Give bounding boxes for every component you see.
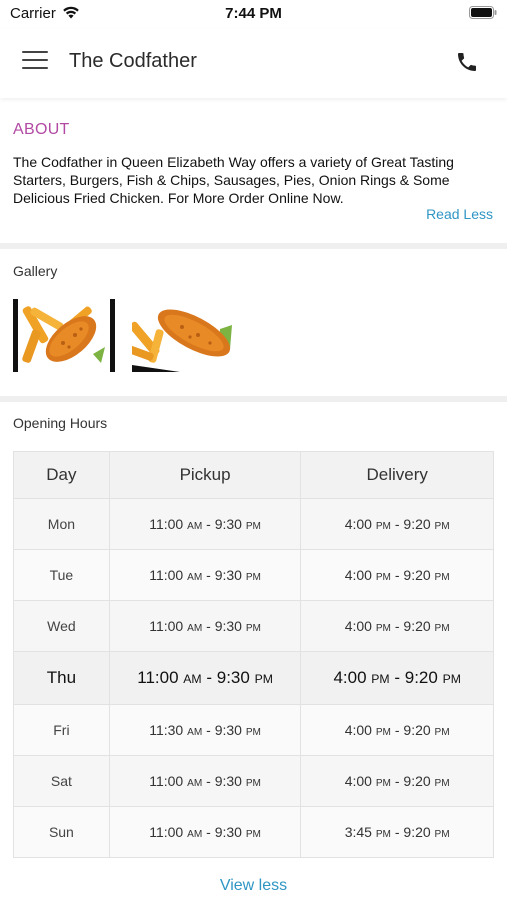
opening-hours-heading: Opening Hours: [13, 415, 108, 431]
column-header-day: Day: [13, 451, 110, 499]
opening-hours-table: Day Pickup Delivery Mon 11:00 AM - 9:30 …: [13, 451, 494, 858]
section-divider: [0, 243, 507, 249]
day-cell: Tue: [13, 549, 110, 601]
table-row: Sat 11:00 AM - 9:30 PM 4:00 PM - 9:20 PM: [13, 755, 494, 807]
table-row: Tue 11:00 AM - 9:30 PM 4:00 PM - 9:20 PM: [13, 549, 494, 601]
table-row-today: Thu 11:00 AM - 9:30 PM 4:00 PM - 9:20 PM: [13, 651, 494, 705]
table-header-row: Day Pickup Delivery: [13, 451, 494, 499]
view-less-link[interactable]: View less: [0, 877, 507, 895]
day-cell: Sun: [13, 806, 110, 858]
gallery-image-fish-and-chips[interactable]: [13, 299, 115, 372]
pickup-cell: 11:00 AM - 9:30 PM: [108, 651, 302, 705]
page-title: The Codfather: [69, 50, 197, 72]
section-divider: [0, 396, 507, 402]
delivery-cell: 4:00 PM - 9:20 PM: [300, 600, 494, 652]
pickup-cell: 11:00 AM - 9:30 PM: [108, 498, 302, 550]
gallery-heading: Gallery: [13, 263, 58, 279]
day-cell: Mon: [13, 498, 110, 550]
gallery-image-fish-and-chips[interactable]: [132, 299, 236, 372]
day-cell: Thu: [13, 651, 110, 705]
nav-bar: The Codfather: [0, 28, 507, 98]
day-cell: Fri: [13, 704, 110, 756]
delivery-cell: 3:45 PM - 9:20 PM: [300, 806, 494, 858]
about-text: The Codfather in Queen Elizabeth Way off…: [13, 154, 454, 206]
table-row: Mon 11:00 AM - 9:30 PM 4:00 PM - 9:20 PM: [13, 498, 494, 550]
column-header-pickup: Pickup: [108, 451, 302, 499]
delivery-cell: 4:00 PM - 9:20 PM: [300, 704, 494, 756]
hamburger-menu-icon[interactable]: [22, 51, 48, 71]
table-row: Fri 11:30 AM - 9:30 PM 4:00 PM - 9:20 PM: [13, 704, 494, 756]
pickup-cell: 11:00 AM - 9:30 PM: [108, 755, 302, 807]
battery-icon: [469, 6, 497, 19]
day-cell: Wed: [13, 600, 110, 652]
status-bar: Carrier 7:44 PM: [0, 0, 507, 28]
pickup-cell: 11:00 AM - 9:30 PM: [108, 600, 302, 652]
pickup-cell: 11:00 AM - 9:30 PM: [108, 549, 302, 601]
column-header-delivery: Delivery: [300, 451, 494, 499]
phone-icon[interactable]: [455, 50, 479, 74]
read-less-link[interactable]: Read Less: [426, 206, 493, 222]
status-time: 7:44 PM: [225, 5, 282, 22]
day-cell: Sat: [13, 755, 110, 807]
pickup-cell: 11:30 AM - 9:30 PM: [108, 704, 302, 756]
delivery-cell: 4:00 PM - 9:20 PM: [300, 549, 494, 601]
delivery-cell: 4:00 PM - 9:20 PM: [300, 498, 494, 550]
table-row: Wed 11:00 AM - 9:30 PM 4:00 PM - 9:20 PM: [13, 600, 494, 652]
pickup-cell: 11:00 AM - 9:30 PM: [108, 806, 302, 858]
delivery-cell: 4:00 PM - 9:20 PM: [300, 755, 494, 807]
delivery-cell: 4:00 PM - 9:20 PM: [300, 651, 494, 705]
table-row: Sun 11:00 AM - 9:30 PM 3:45 PM - 9:20 PM: [13, 806, 494, 858]
about-heading: ABOUT: [13, 121, 70, 138]
